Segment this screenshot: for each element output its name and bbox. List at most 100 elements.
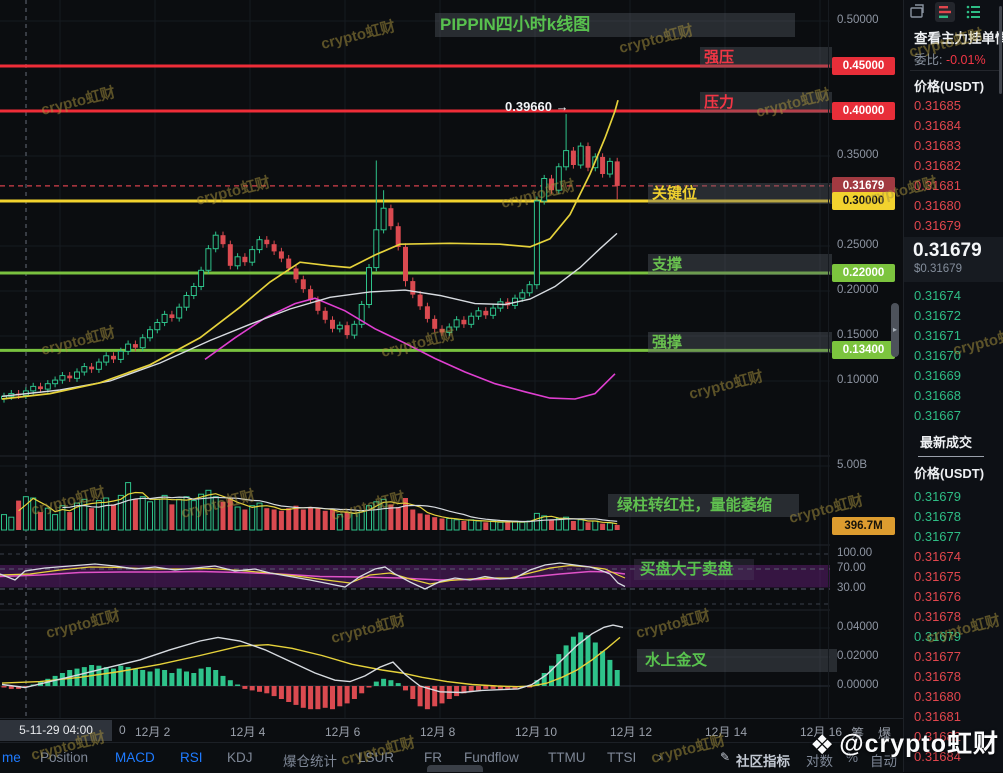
time-axis[interactable]: 5-11-29 04:00 0 12月 2 12月 4 12月 6 12月 8 12月 1…: [0, 718, 903, 743]
trade-row[interactable]: 0.31679: [914, 487, 961, 507]
trade-row[interactable]: 0.31679: [914, 627, 961, 647]
bid-row[interactable]: 0.31668: [914, 386, 961, 406]
macd-annotation: 水上金叉: [637, 649, 837, 672]
volume-current-badge: 396.7M: [832, 517, 895, 535]
chart-title: PIPPIN四小时k线图: [435, 13, 795, 37]
toolbar-item-me[interactable]: me: [2, 750, 21, 765]
level-label-resistance: 压力: [700, 92, 832, 113]
bid-row[interactable]: 0.31674: [914, 286, 961, 306]
divider: [910, 70, 1000, 71]
level-label-support: 支撑: [648, 254, 832, 275]
axis-label: 70.00: [837, 562, 866, 574]
list-icon[interactable]: [963, 2, 983, 22]
price-badge-0.30000: 0.30000: [832, 192, 895, 210]
toolbar-item-TTMU[interactable]: TTMU: [548, 750, 586, 765]
time-tick-partial: 0: [119, 723, 126, 737]
axis-label: 0.00000: [837, 679, 879, 691]
axis-label: 5.00B: [837, 459, 868, 471]
ask-row[interactable]: 0.31679: [914, 216, 961, 236]
sidebar-scrollbar-thumb[interactable]: [999, 6, 1002, 94]
price-tick: 0.20000: [837, 284, 879, 296]
ask-row[interactable]: 0.31682: [914, 156, 961, 176]
ratio-label: 委比:: [914, 53, 943, 67]
toolbar-item-LSUR[interactable]: LSUR: [358, 750, 394, 765]
ask-row[interactable]: 0.31681: [914, 176, 961, 196]
price-badge-0.22000: 0.22000: [832, 264, 895, 282]
bid-row[interactable]: 0.31672: [914, 306, 961, 326]
toolbar-item-FR[interactable]: FR: [424, 750, 442, 765]
four-diamonds-logo-icon: ❖: [809, 730, 836, 760]
time-tick: 12月 2: [135, 725, 171, 739]
trade-row[interactable]: 0.31677: [914, 527, 961, 547]
level-label-strong-resistance: 强压: [700, 47, 832, 68]
axis-label: 100.00: [837, 547, 873, 559]
time-tick: 12月 6: [325, 725, 361, 739]
time-tick: 12月 8: [420, 725, 456, 739]
trade-row[interactable]: 0.31680: [914, 687, 961, 707]
rsi-annotation: 买盘大于卖盘: [634, 559, 754, 580]
last-price-usd: $0.31679: [914, 263, 962, 275]
bid-row[interactable]: 0.31669: [914, 366, 961, 386]
channel-handle: @crypto虹财: [839, 730, 999, 758]
trade-row[interactable]: 0.31678: [914, 507, 961, 527]
popout-icon[interactable]: [907, 2, 927, 22]
toolbar-item-爆仓统计[interactable]: 爆仓统计: [283, 750, 337, 770]
trades-price-header: 价格(USDT): [914, 466, 985, 481]
trade-row[interactable]: 0.31675: [914, 567, 961, 587]
high-price-pointer: 0.39660 →: [505, 99, 569, 114]
edit-icon[interactable]: ✎: [720, 750, 730, 764]
trade-row[interactable]: 0.31674: [914, 547, 961, 567]
bid-row[interactable]: 0.31667: [914, 406, 961, 426]
last-price: 0.31679: [913, 240, 982, 261]
price-tick: 0.35000: [837, 149, 879, 161]
toolbar-right-社区指标[interactable]: 社区指标: [736, 750, 790, 770]
axis-label: 0.02000: [837, 650, 879, 662]
price-tick: 0.25000: [837, 239, 879, 251]
price-tick: 0.50000: [837, 14, 879, 26]
trading-app: PIPPIN四小时k线图 强压 压力 关键位 支撑 强撑 绿柱转红柱，量能萎缩 …: [0, 0, 1003, 773]
commission-ratio: 委比: -0.01%: [914, 49, 986, 68]
toolbar-more-chevron[interactable]: ›: [658, 750, 662, 764]
time-tick: 12月 12: [610, 725, 653, 739]
scale-scrollbar-thumb[interactable]: ▸: [891, 303, 899, 357]
volume-annotation: 绿柱转红柱，量能萎缩: [608, 494, 799, 517]
price-badge-0.40000: 0.40000: [832, 102, 895, 120]
trade-row[interactable]: 0.31678: [914, 607, 961, 627]
toolbar-item-Position[interactable]: Position: [40, 750, 88, 765]
trade-row[interactable]: 0.31676: [914, 587, 961, 607]
level-label-strong-support: 强撑: [648, 332, 832, 353]
time-tick: 12月 4: [230, 725, 266, 739]
trade-row[interactable]: 0.31677: [914, 647, 961, 667]
time-tick: 12月 14: [705, 725, 748, 739]
ask-row[interactable]: 0.31685: [914, 96, 961, 116]
toolbar-item-MACD[interactable]: MACD: [115, 750, 155, 765]
crosshair-time-tooltip: 5-11-29 04:00: [0, 720, 112, 741]
axis-label: 0.04000: [837, 621, 879, 633]
toolbar-item-TTSI[interactable]: TTSI: [607, 750, 636, 765]
orderbook-sidebar: 查看主力挂单情 委比: -0.01% 价格(USDT) 0.31685 0.316…: [903, 0, 1003, 772]
bid-row[interactable]: 0.31671: [914, 326, 961, 346]
price-badge-0.13400: 0.13400: [832, 341, 895, 360]
ask-row[interactable]: 0.31680: [914, 196, 961, 216]
ask-row[interactable]: 0.31683: [914, 136, 961, 156]
toolbar-item-RSI[interactable]: RSI: [180, 750, 203, 765]
price-badge-0.45000: 0.45000: [832, 57, 895, 75]
time-tick: 12月 10: [515, 725, 558, 739]
trade-row[interactable]: 0.31678: [914, 667, 961, 687]
ask-row[interactable]: 0.31684: [914, 116, 961, 136]
price-scale[interactable]: 0.50000 0.35000 0.25000 0.20000 0.15000 0.100…: [828, 0, 899, 718]
price-tick: 0.15000: [837, 329, 879, 341]
last-price-block[interactable]: 0.31679 $0.31679: [904, 237, 1003, 282]
toolbar-item-Fundflow[interactable]: Fundflow: [464, 750, 519, 765]
latest-trades-header: 最新成交: [920, 435, 973, 450]
orderbook-icon[interactable]: [935, 2, 955, 22]
view-main-orders-link[interactable]: 查看主力挂单情: [914, 27, 1003, 47]
bid-row[interactable]: 0.31670: [914, 346, 961, 366]
divider: [918, 456, 984, 457]
orderbook-price-header: 价格(USDT): [914, 79, 985, 94]
level-label-key: 关键位: [648, 183, 832, 204]
panel-collapse-handle[interactable]: [427, 765, 483, 772]
toolbar-item-KDJ[interactable]: KDJ: [227, 750, 253, 765]
axis-label: 30.00: [837, 582, 866, 594]
price-tick: 0.10000: [837, 374, 879, 386]
